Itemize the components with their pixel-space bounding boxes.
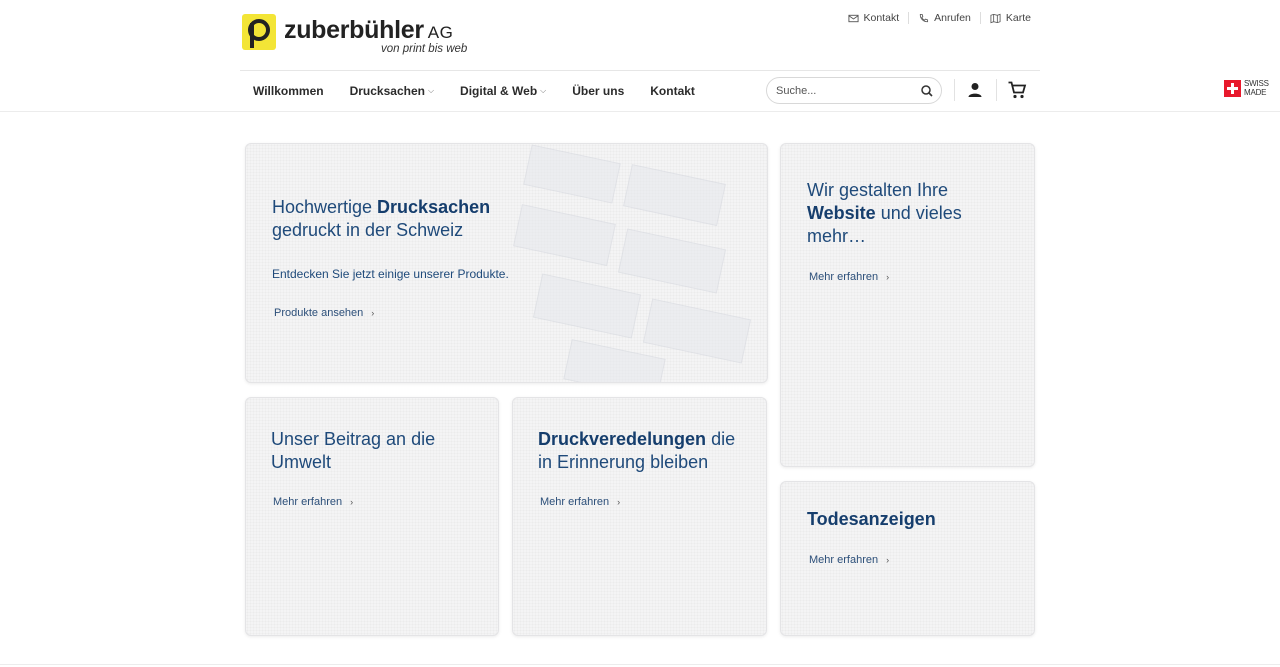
link-mehr-erfahren[interactable]: Mehr erfahren › <box>540 496 620 508</box>
top-link-label: Karte <box>1005 12 1031 24</box>
tile-title: Todesanzeigen <box>807 509 936 529</box>
logo-mark-icon <box>242 14 276 50</box>
chevron-down-icon: ⌵ <box>427 86 435 95</box>
mail-icon <box>847 14 859 22</box>
tile-website[interactable]: Wir gestalten Ihre Website und vieles me… <box>780 143 1035 467</box>
chevron-right-icon: › <box>371 308 375 318</box>
nav-item-kontakt[interactable]: Kontakt <box>637 84 708 98</box>
tile-title: Wir gestalten Ihre Website und vieles me… <box>807 180 962 246</box>
map-icon <box>990 13 1001 23</box>
nav-item-digital-web[interactable]: Digital & Web ⌵ <box>447 84 559 98</box>
top-link-label: Kontakt <box>863 12 900 24</box>
nav-item-drucksachen[interactable]: Drucksachen ⌵ <box>337 84 447 98</box>
phone-icon <box>919 13 929 22</box>
nav-item-willkommen[interactable]: Willkommen <box>240 84 337 98</box>
cart-icon[interactable] <box>1007 80 1027 100</box>
tile-todesanzeigen[interactable]: Todesanzeigen Mehr erfahren › <box>780 481 1035 636</box>
top-link-label: Anrufen <box>934 12 971 24</box>
chevron-right-icon: › <box>886 272 890 282</box>
tile-druckveredelungen[interactable]: Druckveredelungen die in Erinnerung blei… <box>512 397 767 636</box>
tile-drucksachen[interactable]: Hochwertige Drucksachen gedruckt in der … <box>245 143 768 383</box>
top-link-anrufen[interactable]: Anrufen <box>908 12 980 24</box>
tile-description: Entdecken Sie jetzt einige unserer Produ… <box>272 267 509 281</box>
site-header: zuberbühler AG von print bis web Kontakt … <box>0 0 1280 112</box>
top-link-kontakt[interactable]: Kontakt <box>839 12 909 24</box>
logo-wordmark: zuberbühler AG <box>284 16 454 44</box>
link-mehr-erfahren[interactable]: Mehr erfahren › <box>809 554 889 566</box>
chevron-right-icon: › <box>886 555 890 565</box>
chevron-down-icon: ⌵ <box>540 86 547 95</box>
swiss-made-badge: SWISS MADE <box>1224 79 1269 97</box>
account-icon[interactable] <box>966 81 984 99</box>
swiss-flag-icon <box>1224 80 1241 97</box>
nav-divider <box>240 70 1040 71</box>
search-icon[interactable] <box>919 83 935 99</box>
chevron-right-icon: › <box>350 497 354 507</box>
tile-title: Druckveredelungen die in Erinnerung blei… <box>538 429 736 472</box>
swiss-badge-line2: MADE <box>1244 87 1267 97</box>
main-nav: Willkommen Drucksachen ⌵ Digital & Web ⌵ Ü… <box>240 80 708 102</box>
chevron-right-icon: › <box>617 497 621 507</box>
link-mehr-erfahren[interactable]: Mehr erfahren › <box>809 271 889 283</box>
link-produkte-ansehen[interactable]: Produkte ansehen › <box>274 307 374 319</box>
nav-item-ueber-uns[interactable]: Über uns <box>559 84 637 98</box>
top-links: Kontakt Anrufen Karte <box>839 12 1041 24</box>
search-input[interactable] <box>767 84 907 97</box>
tile-title: Hochwertige Drucksachen gedruckt in der … <box>272 197 491 240</box>
header-separator <box>996 79 997 101</box>
footer-divider <box>0 664 1280 665</box>
top-link-karte[interactable]: Karte <box>979 12 1040 24</box>
printed-cards-image <box>513 144 752 382</box>
search-box <box>766 77 942 104</box>
header-separator <box>954 79 955 101</box>
logo-tagline: von print bis web <box>381 43 468 55</box>
site-logo[interactable]: zuberbühler AG von print bis web <box>242 14 472 58</box>
tile-title: Unser Beitrag an die Umwelt <box>271 429 436 472</box>
link-mehr-erfahren[interactable]: Mehr erfahren › <box>273 496 353 508</box>
tile-umwelt[interactable]: Unser Beitrag an die Umwelt Mehr erfahre… <box>245 397 499 636</box>
